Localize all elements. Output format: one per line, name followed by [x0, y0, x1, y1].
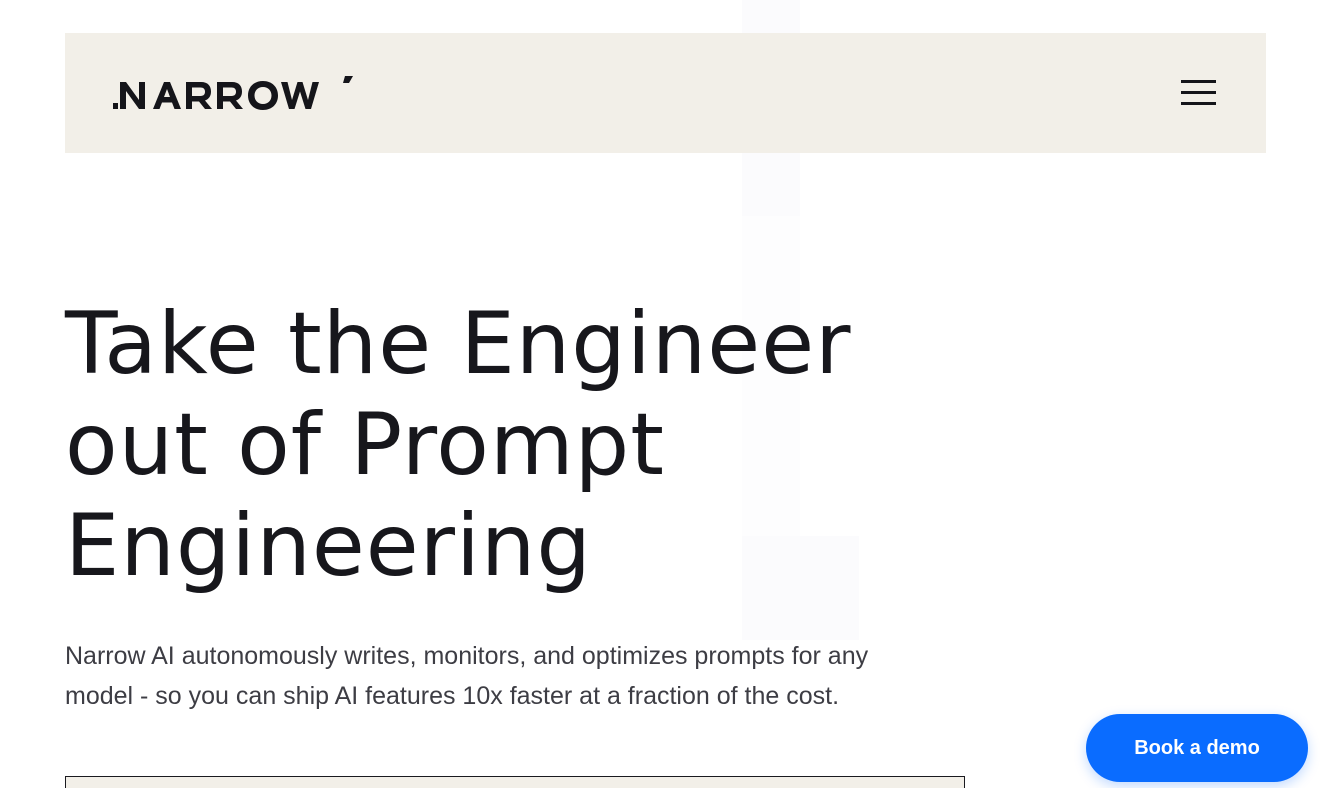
hero-subtitle: Narrow AI autonomously writes, monitors,… — [65, 636, 965, 716]
menu-line — [1181, 80, 1216, 83]
hero-title-line: out of Prompt — [65, 395, 665, 495]
book-demo-button[interactable]: Book a demo — [1086, 714, 1308, 782]
menu-line — [1181, 91, 1216, 94]
menu-line — [1181, 102, 1216, 105]
hero-title: Take the Engineer out of Prompt Engineer… — [65, 294, 965, 597]
page: Take the Engineer out of Prompt Engineer… — [0, 0, 1328, 788]
narrow-logo[interactable] — [113, 73, 355, 113]
site-header — [65, 33, 1266, 153]
hamburger-menu-icon[interactable] — [1178, 75, 1218, 109]
narrow-logo-wordmark — [113, 76, 353, 110]
hero-subtitle-line: Narrow AI autonomously writes, monitors,… — [65, 642, 869, 670]
hero-title-line: Engineering — [65, 496, 592, 596]
hero-subtitle-line: model - so you can ship AI features 10x … — [65, 682, 840, 710]
product-preview-frame — [65, 776, 965, 788]
hero-title-line: Take the Engineer — [65, 294, 852, 394]
